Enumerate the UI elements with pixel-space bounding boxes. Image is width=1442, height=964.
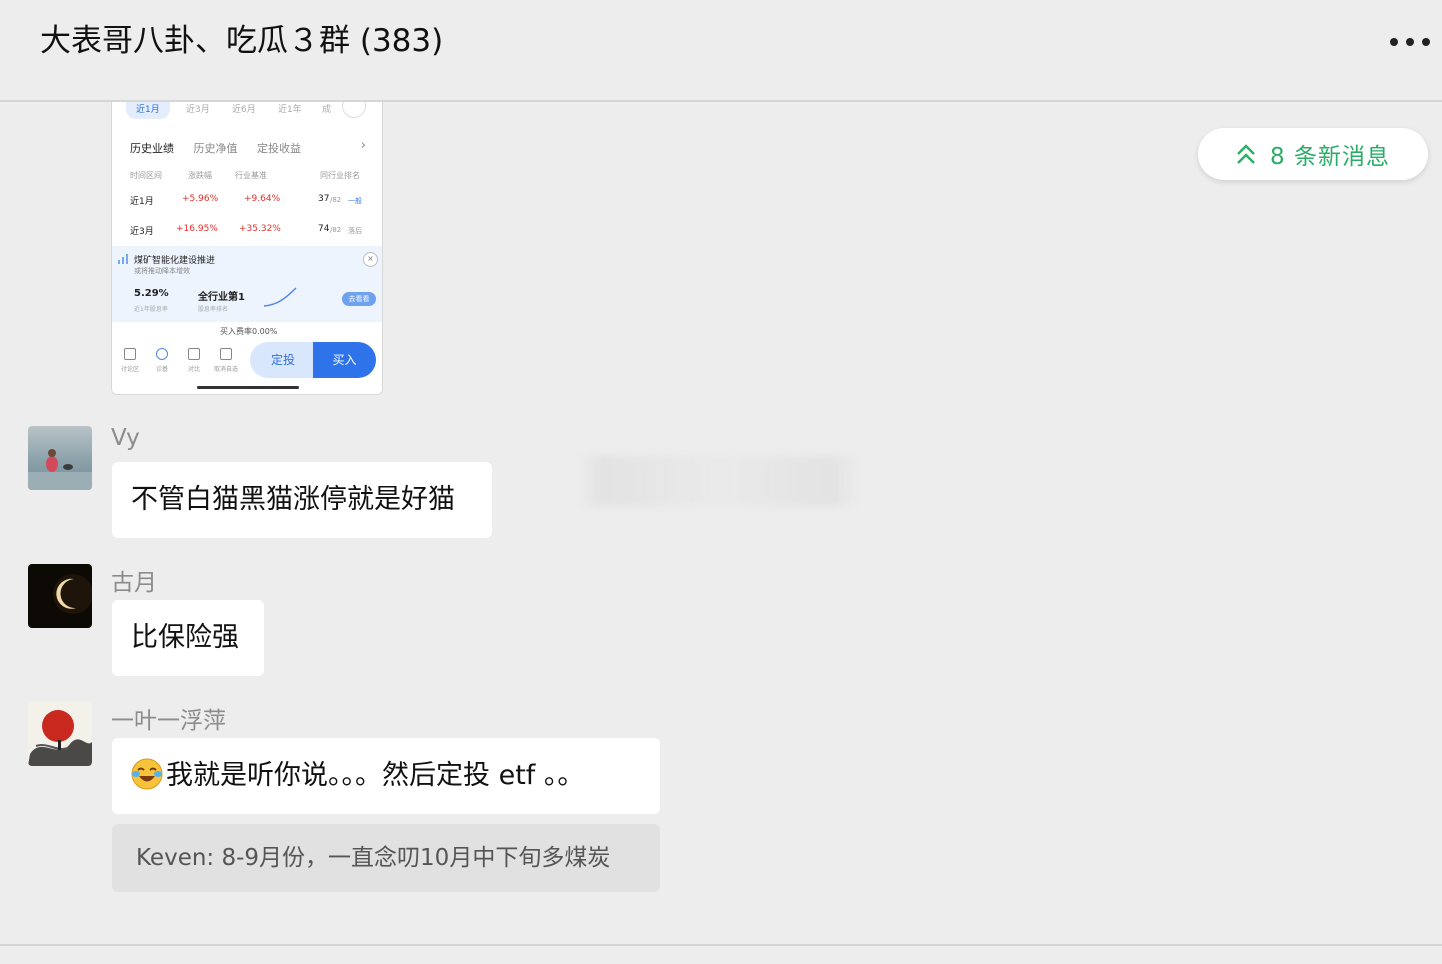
avatar-moon-image bbox=[28, 564, 92, 628]
toolbar-item: 对比 bbox=[180, 346, 208, 373]
chevron-right-icon: › bbox=[360, 138, 366, 153]
period-item: 近1年 bbox=[278, 105, 302, 115]
laughing-crying-emoji-icon bbox=[131, 758, 163, 789]
avatar-ink-painting-image bbox=[28, 702, 92, 766]
row-tag: 落后 bbox=[348, 227, 362, 235]
period-item: 近3月 bbox=[186, 105, 210, 115]
discussion-icon bbox=[124, 348, 136, 360]
quoted-message[interactable]: Keven: 8-9月份，一直念叨10月中下旬多煤炭 bbox=[112, 824, 660, 892]
row-change: +16.95% bbox=[176, 224, 218, 234]
diagnose-icon bbox=[156, 348, 168, 360]
message-text: 我就是听你说。。。然后定投 etf 。。 bbox=[166, 760, 585, 791]
more-dot-icon bbox=[1406, 38, 1414, 46]
unfavorite-icon bbox=[220, 348, 232, 360]
row-benchmark: +35.32% bbox=[239, 224, 281, 234]
compare-icon bbox=[188, 348, 200, 360]
promo-label: 近1年股息率 bbox=[134, 306, 168, 313]
promo-value: 全行业第1 bbox=[198, 292, 245, 303]
column-header: 行业基准 bbox=[235, 171, 267, 180]
period-item: 近6月 bbox=[232, 105, 256, 115]
promo-view-button: 去看看 bbox=[342, 292, 376, 306]
promo-banner: 煤矿智能化建设推进 或将推动降本增效 × 5.29% 近1年股息率 全行业第1 … bbox=[112, 246, 382, 322]
column-header: 时间区间 bbox=[130, 171, 162, 180]
avatar[interactable] bbox=[28, 702, 92, 766]
chevron-down-icon bbox=[342, 102, 366, 118]
period-selector: 近1月 近3月 近6月 近1年 成 bbox=[112, 102, 382, 124]
row-period: 近3月 bbox=[130, 227, 154, 237]
buy-button: 买入 bbox=[313, 342, 376, 378]
toolbar-item: 讨论区 bbox=[116, 346, 144, 373]
toolbar-item: 诊基 bbox=[148, 346, 176, 373]
row-tag: 一般 bbox=[348, 197, 362, 205]
toolbar-label: 讨论区 bbox=[120, 366, 139, 373]
message-bubble[interactable]: 比保险强 bbox=[112, 600, 264, 676]
message-bubble[interactable]: 我就是听你说。。。然后定投 etf 。。 bbox=[112, 738, 660, 814]
row-benchmark: +9.64% bbox=[244, 194, 281, 204]
new-messages-label: 8 条新消息 bbox=[1270, 144, 1390, 170]
row-rank: 74 bbox=[318, 224, 330, 234]
trend-line-icon bbox=[263, 287, 297, 307]
double-chevron-up-icon bbox=[1237, 144, 1255, 164]
row-rank: 37 bbox=[318, 194, 330, 204]
avatar[interactable] bbox=[28, 426, 92, 490]
buy-fee-text: 买入费率0.00% bbox=[220, 327, 278, 336]
shared-screenshot-image[interactable]: 近1月 近3月 近6月 近1年 成 历史业绩 历史净值 定投收益 › 时间区间 … bbox=[111, 102, 383, 395]
close-icon: × bbox=[363, 252, 378, 267]
row-total: /82 bbox=[330, 226, 342, 234]
blurred-sticker bbox=[578, 456, 860, 506]
performance-tabs: 历史业绩 历史净值 定投收益 bbox=[130, 140, 317, 156]
tab-history-performance: 历史业绩 bbox=[130, 142, 174, 155]
row-total: /82 bbox=[330, 196, 342, 204]
more-options-button[interactable] bbox=[1390, 28, 1430, 56]
row-period: 近1月 bbox=[130, 197, 154, 207]
promo-value: 5.29% bbox=[134, 288, 169, 299]
period-item: 近1月 bbox=[126, 102, 170, 119]
chat-title: 大表哥八卦、吃瓜３群 (383) bbox=[40, 23, 444, 59]
toolbar-label: 诊基 bbox=[155, 366, 168, 373]
tab-history-nav: 历史净值 bbox=[193, 142, 238, 155]
sender-name: Vy bbox=[111, 425, 140, 451]
more-dot-icon bbox=[1422, 38, 1430, 46]
sender-name: 一叶一浮萍 bbox=[111, 708, 226, 734]
sender-name: 古月 bbox=[111, 570, 157, 596]
promo-subtitle: 或将推动降本增效 bbox=[134, 267, 190, 275]
toolbar-label: 对比 bbox=[187, 366, 200, 373]
avatar-beach-image bbox=[28, 426, 92, 490]
input-divider bbox=[0, 944, 1442, 946]
row-change: +5.96% bbox=[182, 194, 219, 204]
avatar[interactable] bbox=[28, 564, 92, 628]
toolbar-item: 取消自选 bbox=[212, 346, 240, 373]
chat-header: 大表哥八卦、吃瓜３群 (383) bbox=[0, 0, 1442, 102]
new-messages-button[interactable]: 8 条新消息 bbox=[1198, 128, 1428, 180]
bar-chart-icon bbox=[118, 254, 128, 264]
column-header: 同行业排名 bbox=[320, 171, 360, 180]
promo-label: 股息率排名 bbox=[198, 306, 229, 313]
message-bubble[interactable]: 不管白猫黑猫涨停就是好猫 bbox=[112, 462, 492, 538]
more-dot-icon bbox=[1390, 38, 1398, 46]
toolbar-label: 取消自选 bbox=[213, 366, 238, 373]
column-header: 涨跌幅 bbox=[188, 171, 212, 180]
promo-title: 煤矿智能化建设推进 bbox=[134, 256, 216, 266]
plan-invest-button: 定投 bbox=[250, 342, 316, 378]
home-indicator bbox=[197, 386, 299, 389]
period-item: 成 bbox=[322, 105, 332, 115]
tab-plan-return: 定投收益 bbox=[257, 142, 301, 155]
